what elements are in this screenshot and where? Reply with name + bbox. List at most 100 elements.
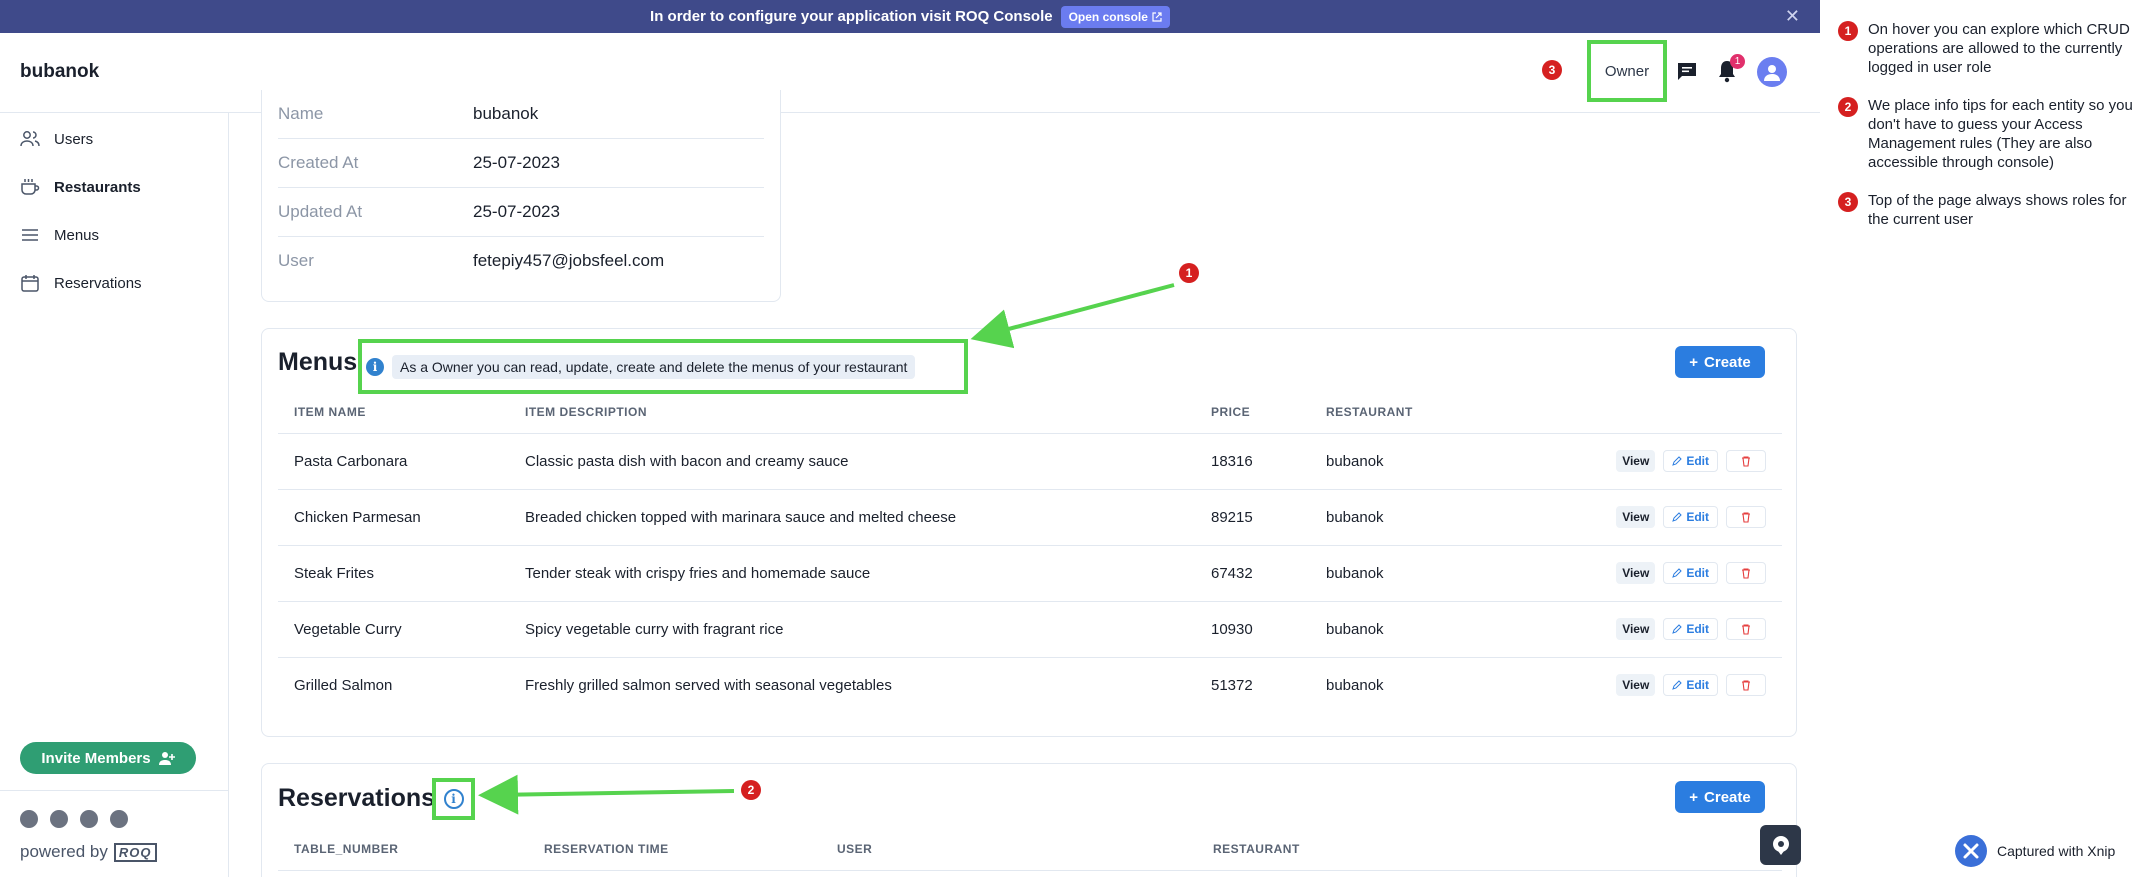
table-cell-name: Vegetable Curry — [278, 601, 509, 658]
sidebar-item-label: Menus — [54, 226, 100, 244]
create-menu-button[interactable]: + Create — [1675, 346, 1765, 378]
view-button[interactable]: View — [1616, 674, 1656, 697]
table-row: Vegetable Curry Spicy vegetable curry wit… — [278, 601, 1782, 658]
discord-icon[interactable] — [110, 810, 128, 828]
row-actions: View Edit — [1526, 506, 1782, 528]
menu-lines-icon — [22, 229, 38, 241]
youtube-icon[interactable] — [80, 810, 98, 828]
edit-label: Edit — [1686, 454, 1709, 468]
table-cell-price: 51372 — [1211, 676, 1253, 694]
view-button[interactable]: View — [1616, 618, 1656, 640]
sidebar-item-restaurants[interactable]: Restaurants — [20, 177, 141, 197]
column-header[interactable]: RESTAURANT — [1197, 829, 1782, 871]
edit-button[interactable]: Edit — [1663, 618, 1718, 640]
table-cell-description: Tender steak with crispy fries and homem… — [509, 545, 1195, 602]
detail-value: bubanok — [473, 104, 539, 123]
banner-close-icon[interactable]: ✕ — [1785, 6, 1800, 27]
chat-icon[interactable] — [1676, 61, 1698, 81]
detail-key: Name — [278, 104, 324, 123]
table-cell-actions: View Edit — [1510, 545, 1782, 602]
annotation-number: 3 — [1838, 192, 1858, 212]
role-indicator[interactable]: Owner — [1587, 40, 1667, 102]
row-actions: View Edit — [1526, 618, 1782, 640]
column-header[interactable]: ITEM DESCRIPTION — [509, 392, 1195, 434]
detail-key: User — [278, 251, 314, 270]
sidebar-item-label: Users — [54, 130, 94, 148]
open-console-button[interactable]: Open console — [1060, 5, 1170, 28]
table-row: Steak Frites Tender steak with crispy fri… — [278, 545, 1782, 602]
pencil-icon — [1672, 624, 1683, 634]
github-icon[interactable] — [50, 810, 68, 828]
info-tip-text: As a Owner you can read, update, create … — [392, 354, 916, 379]
table-cell-price: 18316 — [1195, 433, 1310, 490]
row-actions: View Edit — [1526, 674, 1782, 697]
support-chat-button[interactable] — [1760, 825, 1801, 865]
banner-text: In order to configure your application v… — [650, 8, 1053, 25]
column-header[interactable]: ITEM NAME — [278, 392, 509, 434]
annotation-marker-3: 3 — [1542, 60, 1562, 80]
column-header[interactable]: RESERVATION TIME — [528, 829, 821, 871]
column-header[interactable]: TABLE_NUMBER — [278, 829, 528, 871]
edit-label: Edit — [1686, 566, 1709, 580]
sidebar-item-reservations[interactable]: Reservations — [20, 273, 142, 293]
edit-button[interactable]: Edit — [1663, 674, 1718, 697]
table-cell-actions: View Edit — [1510, 433, 1782, 490]
xnip-watermark: Captured with Xnip — [1955, 835, 2115, 867]
chat-widget-icon — [1772, 836, 1789, 855]
notification-count: 1 — [1730, 54, 1745, 69]
row-actions: View Edit — [1526, 450, 1782, 472]
menus-info-tip[interactable]: i As a Owner you can read, update, creat… — [358, 339, 968, 394]
twitter-icon[interactable] — [20, 810, 38, 828]
edit-button[interactable]: Edit — [1663, 506, 1718, 528]
column-header[interactable]: USER — [821, 829, 1197, 871]
pencil-icon — [1672, 568, 1683, 578]
trash-icon — [1742, 511, 1750, 523]
table-cell-price: 67432 — [1195, 545, 1310, 602]
pencil-icon — [1672, 512, 1683, 522]
view-button[interactable]: View — [1616, 450, 1656, 472]
delete-button[interactable] — [1726, 562, 1766, 584]
user-avatar-icon — [1764, 65, 1780, 81]
table-cell-name: Steak Frites — [278, 545, 509, 602]
table-cell-actions: View Edit — [1510, 489, 1782, 546]
edit-button[interactable]: Edit — [1663, 562, 1718, 584]
table-cell-restaurant: bubanok — [1310, 601, 1510, 658]
reservations-card: Reservations + Create TABLE_NUMBER RESER… — [261, 763, 1797, 877]
annotation-number: 1 — [1838, 21, 1858, 41]
reservations-info-tip[interactable]: i — [432, 778, 475, 820]
menus-table: ITEM NAME ITEM DESCRIPTION PRICE RESTAUR… — [278, 392, 1782, 713]
table-header-row: ITEM NAME ITEM DESCRIPTION PRICE RESTAUR… — [278, 392, 1782, 434]
edit-label: Edit — [1686, 678, 1709, 693]
annotation-notes-panel: 1 On hover you can explore which CRUD op… — [1820, 0, 2139, 877]
restaurant-details-card: Name bubanok Created At 25-07-2023 Updat… — [261, 90, 781, 302]
view-button[interactable]: View — [1616, 562, 1656, 584]
detail-row: User fetepiy457@jobsfeel.com — [278, 237, 764, 286]
view-button[interactable]: View — [1616, 506, 1656, 528]
roq-logo[interactable]: ROQ — [113, 842, 157, 862]
trash-icon — [1742, 567, 1750, 579]
delete-button[interactable] — [1726, 618, 1766, 640]
table-cell-restaurant: bubanok — [1326, 676, 1384, 694]
sidebar-item-menus[interactable]: Menus — [20, 225, 99, 245]
delete-button[interactable] — [1726, 450, 1766, 472]
detail-key: Created At — [278, 153, 359, 172]
detail-row: Updated At 25-07-2023 — [278, 188, 764, 237]
annotation-note: 1 On hover you can explore which CRUD op… — [1838, 20, 2133, 77]
avatar[interactable] — [1757, 57, 1787, 87]
sidebar-item-label: Restaurants — [54, 178, 141, 196]
detail-value: 25-07-2023 — [473, 153, 560, 172]
table-row: Grilled Salmon Freshly grilled salmon ser… — [278, 657, 1782, 713]
plus-icon: + — [1689, 788, 1699, 806]
invite-label: Invite Members — [41, 749, 151, 767]
column-header[interactable]: RESTAURANT — [1310, 392, 1510, 434]
create-reservation-button[interactable]: + Create — [1675, 781, 1765, 813]
column-header[interactable]: PRICE — [1195, 392, 1310, 434]
table-cell-description: Classic pasta dish with bacon and creamy… — [509, 433, 1195, 490]
invite-members-button[interactable]: Invite Members — [20, 742, 196, 774]
users-icon — [20, 131, 40, 147]
edit-button[interactable]: Edit — [1663, 450, 1718, 472]
powered-by: powered by ROQ — [20, 842, 157, 862]
delete-button[interactable] — [1726, 506, 1766, 528]
delete-button[interactable] — [1726, 674, 1766, 697]
sidebar-item-users[interactable]: Users — [20, 129, 93, 149]
